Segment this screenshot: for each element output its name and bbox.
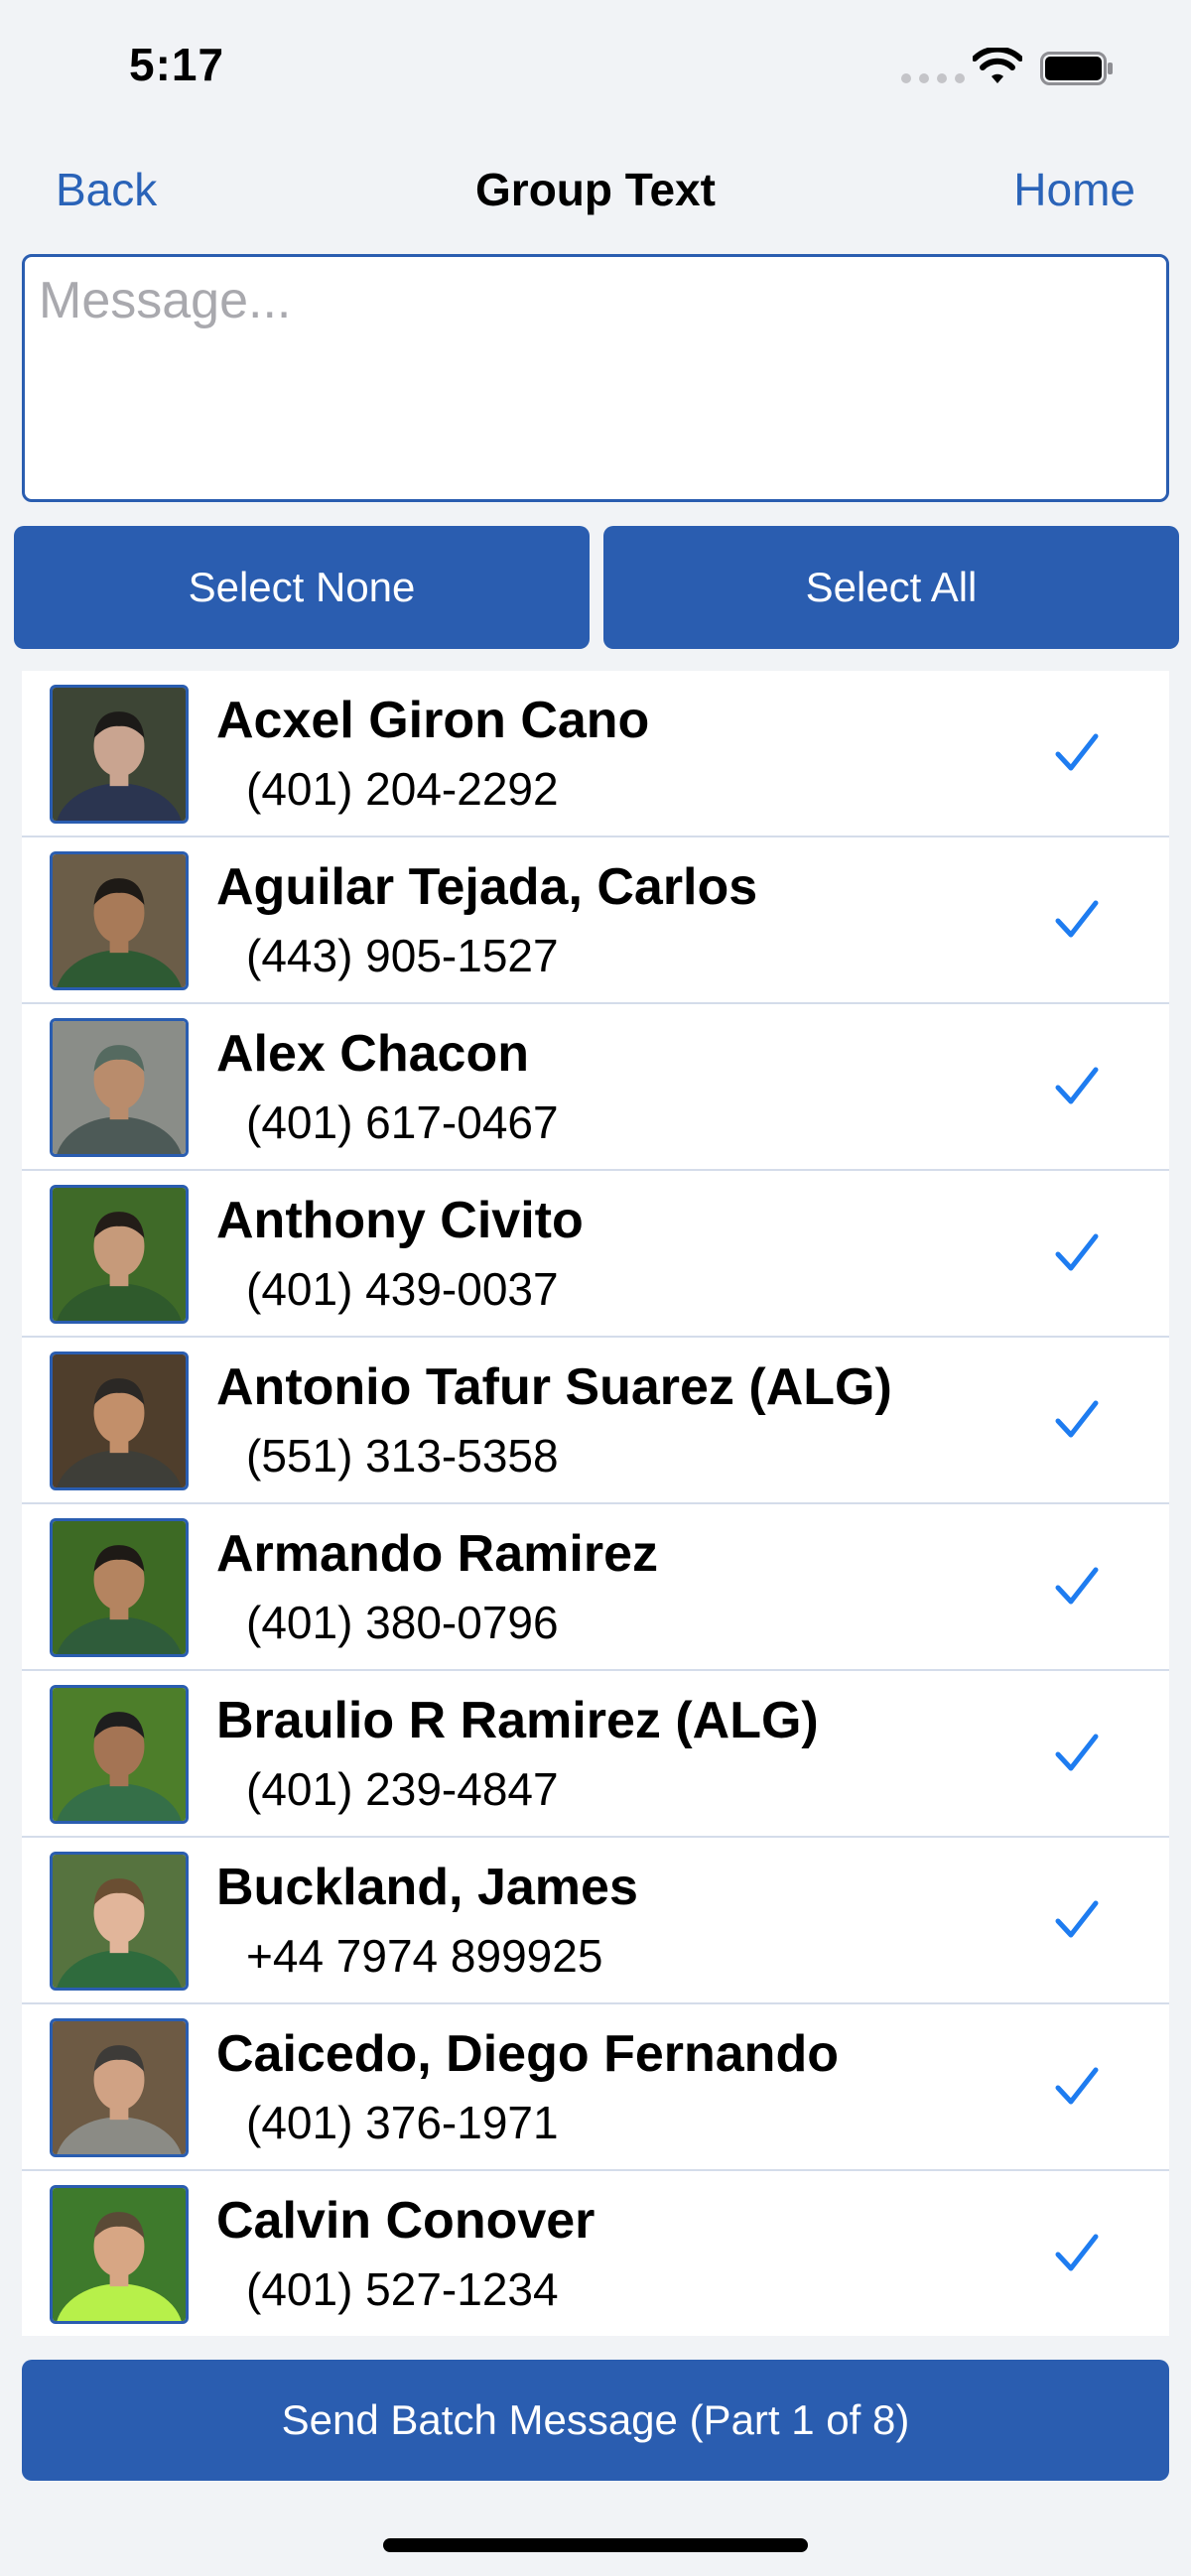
contact-name: Anthony Civito bbox=[216, 1192, 584, 1249]
contact-phone: (401) 527-1234 bbox=[246, 2263, 559, 2315]
checkmark-icon[interactable] bbox=[1052, 1729, 1102, 1778]
checkmark-icon[interactable] bbox=[1052, 1062, 1102, 1111]
contact-phone: (401) 380-0796 bbox=[246, 1597, 559, 1648]
checkmark-icon[interactable] bbox=[1052, 2229, 1102, 2278]
status-time: 5:17 bbox=[129, 39, 225, 90]
contact-row[interactable]: Acxel Giron Cano (401) 204-2292 bbox=[22, 671, 1169, 837]
contact-row[interactable]: Armando Ramirez (401) 380-0796 bbox=[22, 1504, 1169, 1671]
checkmark-icon[interactable] bbox=[1052, 1395, 1102, 1445]
contact-row[interactable]: Aguilar Tejada, Carlos (443) 905-1527 bbox=[22, 837, 1169, 1004]
contact-row[interactable]: Anthony Civito (401) 439-0037 bbox=[22, 1171, 1169, 1338]
contact-phone: (443) 905-1527 bbox=[246, 930, 559, 981]
contact-row[interactable]: Calvin Conover (401) 527-1234 bbox=[22, 2171, 1169, 2336]
contact-name: Buckland, James bbox=[216, 1859, 638, 1916]
message-input[interactable] bbox=[22, 254, 1169, 502]
contact-avatar bbox=[50, 2185, 189, 2324]
select-none-button[interactable]: Select None bbox=[14, 526, 590, 649]
contact-phone: (401) 439-0037 bbox=[246, 1263, 559, 1315]
checkmark-icon[interactable] bbox=[1052, 895, 1102, 945]
contact-phone: (401) 376-1971 bbox=[246, 2097, 559, 2148]
send-batch-message-button[interactable]: Send Batch Message (Part 1 of 8) bbox=[22, 2360, 1169, 2481]
back-button[interactable]: Back bbox=[56, 163, 157, 216]
contact-avatar bbox=[50, 2018, 189, 2157]
contact-name: Acxel Giron Cano bbox=[216, 692, 650, 749]
contact-name: Calvin Conover bbox=[216, 2192, 596, 2250]
selection-buttons: Select None Select All bbox=[14, 526, 1179, 649]
navigation-bar: Back Group Text Home bbox=[0, 149, 1191, 238]
contact-row[interactable]: Buckland, James +44 7974 899925 bbox=[22, 1838, 1169, 2004]
contact-name: Armando Ramirez bbox=[216, 1525, 658, 1583]
contact-phone: +44 7974 899925 bbox=[246, 1930, 603, 1982]
contact-phone: (401) 239-4847 bbox=[246, 1763, 559, 1815]
contact-row[interactable]: Braulio R Ramirez (ALG) (401) 239-4847 bbox=[22, 1671, 1169, 1838]
contact-phone: (401) 617-0467 bbox=[246, 1096, 559, 1148]
contact-avatar bbox=[50, 1685, 189, 1824]
contact-row[interactable]: Caicedo, Diego Fernando (401) 376-1971 bbox=[22, 2004, 1169, 2171]
contact-name: Alex Chacon bbox=[216, 1025, 529, 1083]
home-button[interactable]: Home bbox=[1013, 163, 1135, 216]
contact-name: Aguilar Tejada, Carlos bbox=[216, 858, 758, 916]
contact-row[interactable]: Antonio Tafur Suarez (ALG) (551) 313-5358 bbox=[22, 1338, 1169, 1504]
checkmark-icon[interactable] bbox=[1052, 2062, 1102, 2112]
status-bar: 5:17 bbox=[0, 0, 1191, 129]
home-indicator bbox=[383, 2538, 808, 2552]
contact-avatar bbox=[50, 1352, 189, 1490]
select-all-button[interactable]: Select All bbox=[603, 526, 1179, 649]
page-title: Group Text bbox=[475, 164, 716, 215]
contact-phone: (401) 204-2292 bbox=[246, 763, 559, 815]
checkmark-icon[interactable] bbox=[1052, 1895, 1102, 1945]
contact-avatar bbox=[50, 1018, 189, 1157]
checkmark-icon[interactable] bbox=[1052, 728, 1102, 778]
contact-name: Braulio R Ramirez (ALG) bbox=[216, 1692, 819, 1749]
contact-avatar bbox=[50, 1185, 189, 1324]
contact-avatar bbox=[50, 1852, 189, 1991]
checkmark-icon[interactable] bbox=[1052, 1562, 1102, 1611]
checkmark-icon[interactable] bbox=[1052, 1228, 1102, 1278]
contact-list[interactable]: Acxel Giron Cano (401) 204-2292 Aguilar Te… bbox=[22, 671, 1169, 2336]
contact-row[interactable]: Alex Chacon (401) 617-0467 bbox=[22, 1004, 1169, 1171]
contact-phone: (551) 313-5358 bbox=[246, 1430, 559, 1481]
contact-avatar bbox=[50, 1518, 189, 1657]
cellular-signal-icon bbox=[901, 73, 965, 83]
contact-name: Caicedo, Diego Fernando bbox=[216, 2025, 839, 2083]
contact-name: Antonio Tafur Suarez (ALG) bbox=[216, 1358, 892, 1416]
battery-icon bbox=[1040, 52, 1113, 85]
contact-avatar bbox=[50, 685, 189, 824]
wifi-icon bbox=[973, 48, 1022, 83]
contact-avatar bbox=[50, 851, 189, 990]
